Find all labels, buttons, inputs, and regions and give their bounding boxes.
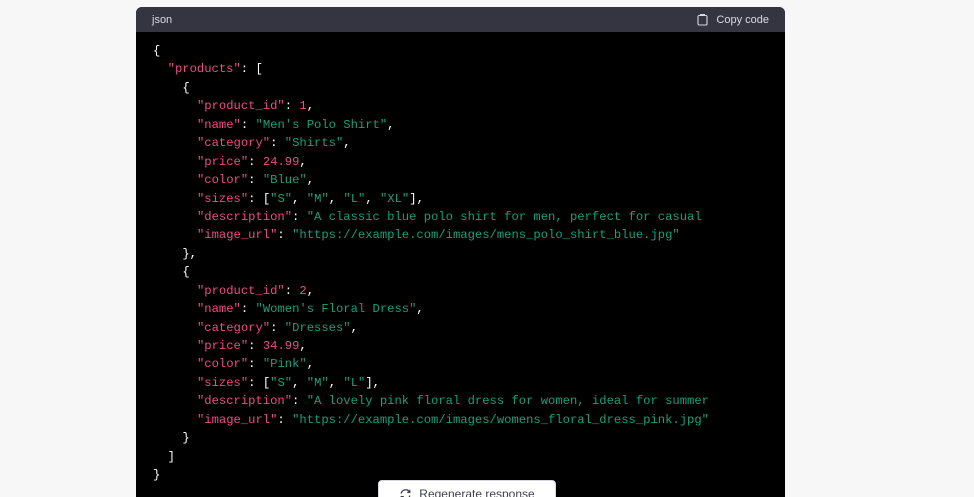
- code-line: "color": "Pink",: [196, 357, 315, 372]
- refresh-icon: [399, 488, 412, 497]
- code-line: {: [182, 80, 190, 95]
- code-line: "image_url": "https://example.com/images…: [196, 412, 709, 427]
- regenerate-response-label: Regenerate response: [419, 487, 535, 497]
- code-line: "description": "A classic blue polo shir…: [196, 209, 702, 224]
- clipboard-icon: [696, 13, 709, 26]
- code-line: "category": "Shirts",: [196, 136, 351, 151]
- copy-code-label: Copy code: [716, 13, 769, 26]
- code-line: "image_url": "https://example.com/images…: [196, 228, 680, 243]
- code-line: ]: [167, 449, 175, 464]
- code-line: "price": 34.99,: [196, 339, 307, 353]
- code-line: },: [182, 246, 197, 261]
- code-line: "category": "Dresses",: [196, 320, 358, 335]
- code-line: "sizes": ["S", "M", "L"],: [196, 375, 380, 390]
- code-block: json Copy code { "products": [ { "produc…: [136, 7, 785, 497]
- code-line: }: [182, 431, 190, 446]
- copy-code-button[interactable]: Copy code: [696, 13, 769, 26]
- page: json Copy code { "products": [ { "produc…: [0, 0, 974, 497]
- code-line: {: [182, 265, 190, 280]
- regenerate-response-button[interactable]: Regenerate response: [378, 480, 556, 497]
- code-line: "name": "Women's Floral Dress",: [196, 302, 424, 317]
- code-line: "product_id": 2,: [196, 283, 315, 298]
- code-line: "name": "Men's Polo Shirt",: [196, 117, 395, 132]
- code-line: "price": 24.99,: [196, 154, 307, 169]
- code-line: "color": "Blue",: [196, 173, 315, 188]
- code-line: "products": [: [167, 62, 263, 77]
- code-header: json Copy code: [136, 7, 785, 32]
- code-line: "product_id": 1,: [196, 99, 315, 114]
- code-content: { "products": [ { "product_id": 1, "name…: [136, 32, 785, 485]
- code-line: "description": "A lovely pink floral dre…: [196, 394, 709, 409]
- code-line: "sizes": ["S", "M", "L", "XL"],: [196, 191, 424, 206]
- code-language-label: json: [152, 13, 173, 26]
- code-line: {: [153, 44, 161, 58]
